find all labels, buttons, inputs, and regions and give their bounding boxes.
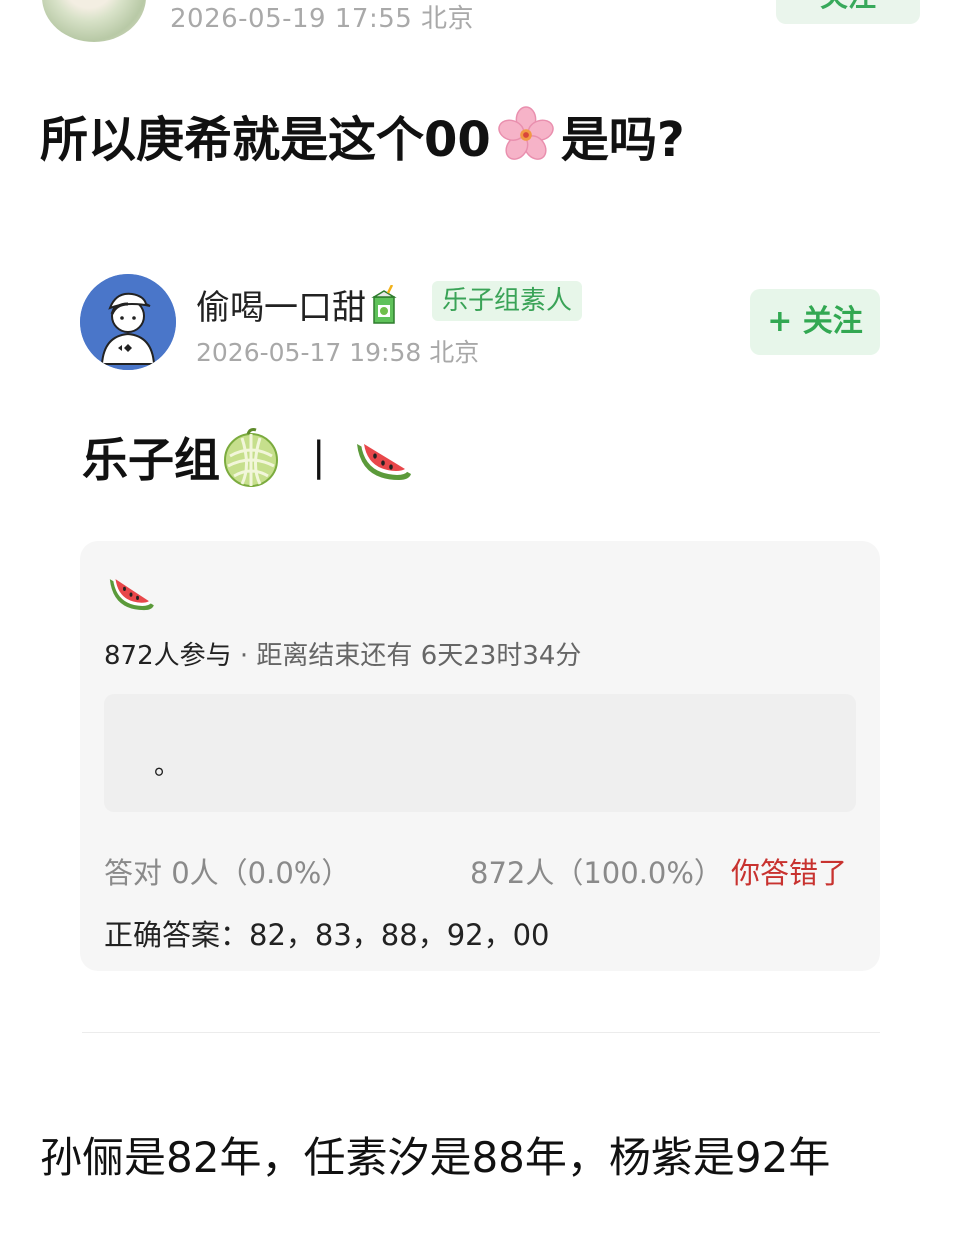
- username[interactable]: 偷喝一口甜: [196, 280, 398, 329]
- melon-icon: [224, 428, 278, 487]
- post-title-text: 乐子组: [82, 433, 220, 487]
- username-text: 偷喝一口甜: [196, 288, 366, 328]
- cherry-blossom-icon: [498, 106, 554, 160]
- post-text-part2: 是吗?: [560, 112, 685, 168]
- post-text: 所以庚希就是这个00 是吗?: [40, 100, 685, 170]
- post-text-part1: 所以庚希就是这个00: [40, 112, 491, 168]
- avatar[interactable]: [80, 274, 176, 370]
- quiz-deadline: · 距离结束还有 6天23时34分: [239, 641, 582, 671]
- wrong-count: 872人（100.0%）: [470, 856, 723, 890]
- comment-text: 孙俪是82年，任素汐是88年，杨紫是92年: [40, 1133, 831, 1182]
- post-timestamp: 2026-05-17 19:58 北京: [196, 338, 480, 367]
- title-separator: |: [312, 434, 326, 480]
- answer-option-text: 。: [154, 751, 181, 781]
- top-user-avatar[interactable]: [42, 0, 146, 42]
- quiz-stats: 答对 0人（0.0%） 872人（100.0%） 你答错了: [104, 850, 856, 890]
- user-badge[interactable]: 乐子组素人: [432, 281, 583, 321]
- correct-count: 答对 0人（0.0%）: [104, 856, 351, 890]
- watermelon-icon: [109, 579, 154, 611]
- follow-button[interactable]: + 关注: [750, 289, 880, 355]
- quiz-meta: 872人参与 · 距离结束还有 6天23时34分: [104, 635, 581, 672]
- juice-box-icon: [371, 284, 397, 324]
- answer-option[interactable]: [104, 694, 856, 812]
- correct-answer: 正确答案：82，83，88，92，00: [104, 918, 550, 952]
- result-label: 你答错了: [731, 856, 848, 890]
- post-title: 乐子组 |: [82, 424, 413, 490]
- avatar-illustration: [80, 274, 176, 370]
- participant-count: 872人参与: [104, 641, 232, 671]
- top-post-timestamp: 2026-05-19 17:55 北京: [170, 4, 475, 34]
- watermelon-icon: [357, 444, 412, 480]
- top-follow-button[interactable]: 关注: [776, 0, 920, 24]
- divider: [82, 1032, 880, 1033]
